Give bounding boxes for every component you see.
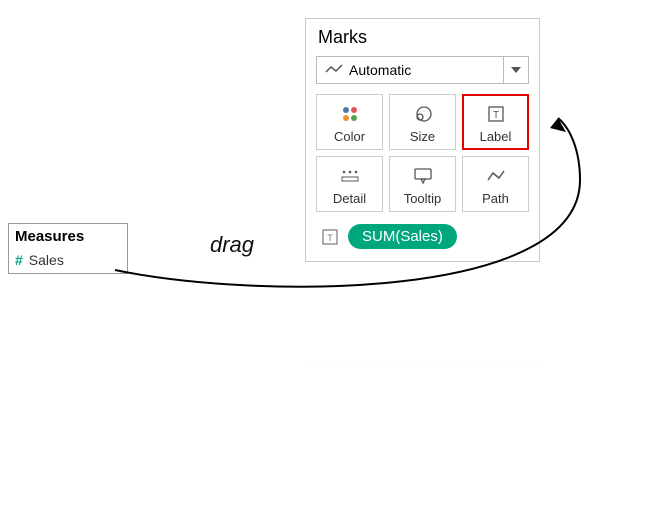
path-icon [486, 165, 506, 187]
automatic-line-icon [325, 62, 343, 78]
size-button-label: Size [410, 129, 435, 144]
marks-buttons-grid: Color Size T Label [316, 94, 529, 212]
drag-annotation: drag [210, 232, 254, 258]
measures-title: Measures [9, 224, 127, 249]
label-icon: T [486, 103, 506, 125]
tooltip-icon [413, 165, 433, 187]
pill-sum-sales[interactable]: SUM(Sales) [348, 224, 457, 249]
marks-title: Marks [316, 27, 529, 56]
measure-item-label: Sales [29, 252, 64, 268]
svg-text:T: T [327, 233, 333, 243]
marks-shelf-row: T SUM(Sales) [316, 224, 529, 249]
mark-type-selected: Automatic [317, 57, 504, 83]
detail-icon [340, 165, 360, 187]
mark-type-dropdown[interactable]: Automatic [316, 56, 529, 84]
mark-type-label: Automatic [349, 62, 411, 78]
label-button[interactable]: T Label [462, 94, 529, 150]
color-button[interactable]: Color [316, 94, 383, 150]
size-button[interactable]: Size [389, 94, 456, 150]
tooltip-button[interactable]: Tooltip [389, 156, 456, 212]
svg-text:T: T [492, 110, 498, 121]
dropdown-caret-icon [504, 67, 528, 73]
path-button-label: Path [482, 191, 509, 206]
tooltip-button-label: Tooltip [404, 191, 442, 206]
number-icon: # [15, 252, 23, 268]
marks-card: Marks Automatic Color [305, 18, 540, 262]
color-button-label: Color [334, 129, 365, 144]
color-icon [340, 103, 360, 125]
size-icon [412, 103, 434, 125]
path-button[interactable]: Path [462, 156, 529, 212]
label-button-label: Label [480, 129, 512, 144]
detail-button-label: Detail [333, 191, 366, 206]
measure-item-sales[interactable]: # Sales [9, 249, 127, 273]
reflection: Detail Tooltip Path T SUM(Sales) [305, 360, 540, 515]
detail-button[interactable]: Detail [316, 156, 383, 212]
shelf-label-icon: T [320, 227, 340, 247]
measures-panel: Measures # Sales [8, 223, 128, 274]
